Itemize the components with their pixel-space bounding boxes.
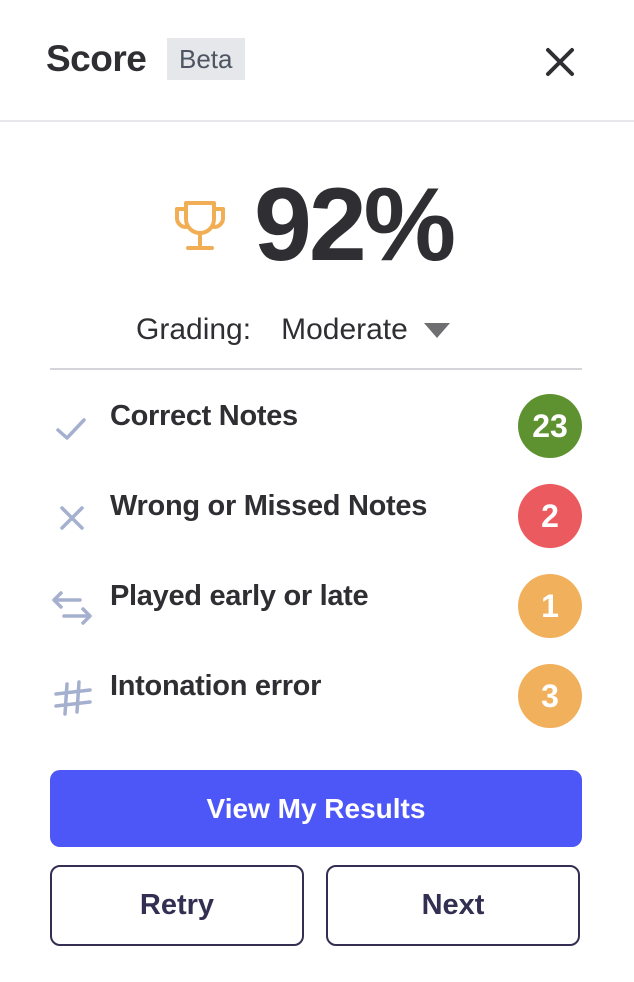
count-badge: 23 — [518, 394, 582, 458]
grading-dropdown[interactable]: Moderate — [281, 313, 450, 347]
grading-row: Grading: Moderate — [136, 308, 450, 352]
arrows-swap-icon — [50, 588, 94, 628]
count-badge: 1 — [518, 574, 582, 638]
next-button[interactable]: Next — [326, 865, 580, 946]
count-badge: 3 — [518, 664, 582, 728]
trophy-icon — [170, 197, 230, 257]
beta-badge: Beta — [167, 38, 245, 80]
count-badge: 2 — [518, 484, 582, 548]
panel-title: Score — [46, 38, 147, 79]
view-results-button[interactable]: View My Results — [50, 770, 582, 847]
stat-timing: Played early or late 1 — [50, 574, 582, 638]
score-percent: 92% — [254, 167, 456, 283]
caret-down-icon — [423, 322, 450, 338]
stat-label: Intonation error — [110, 670, 322, 702]
stat-label: Correct Notes — [110, 400, 298, 432]
grading-label: Grading: — [136, 313, 252, 346]
stat-correct-notes: Correct Notes 23 — [50, 394, 582, 458]
retry-button[interactable]: Retry — [50, 865, 304, 946]
score-summary: 92% — [0, 170, 634, 280]
sharp-icon — [50, 678, 94, 718]
stat-intonation: Intonation error 3 — [50, 664, 582, 728]
divider — [50, 368, 582, 370]
score-panel: Score Beta 92% Grading: Moderate Correct… — [0, 0, 634, 982]
panel-header: Score Beta — [0, 0, 634, 122]
close-button[interactable] — [540, 42, 580, 82]
stat-label: Wrong or Missed Notes — [110, 490, 428, 522]
check-icon — [50, 408, 94, 448]
grading-selected-value: Moderate — [281, 313, 408, 346]
close-icon — [546, 48, 574, 76]
x-icon — [50, 498, 94, 538]
stat-wrong-notes: Wrong or Missed Notes 2 — [50, 484, 582, 548]
stat-label: Played early or late — [110, 580, 369, 612]
